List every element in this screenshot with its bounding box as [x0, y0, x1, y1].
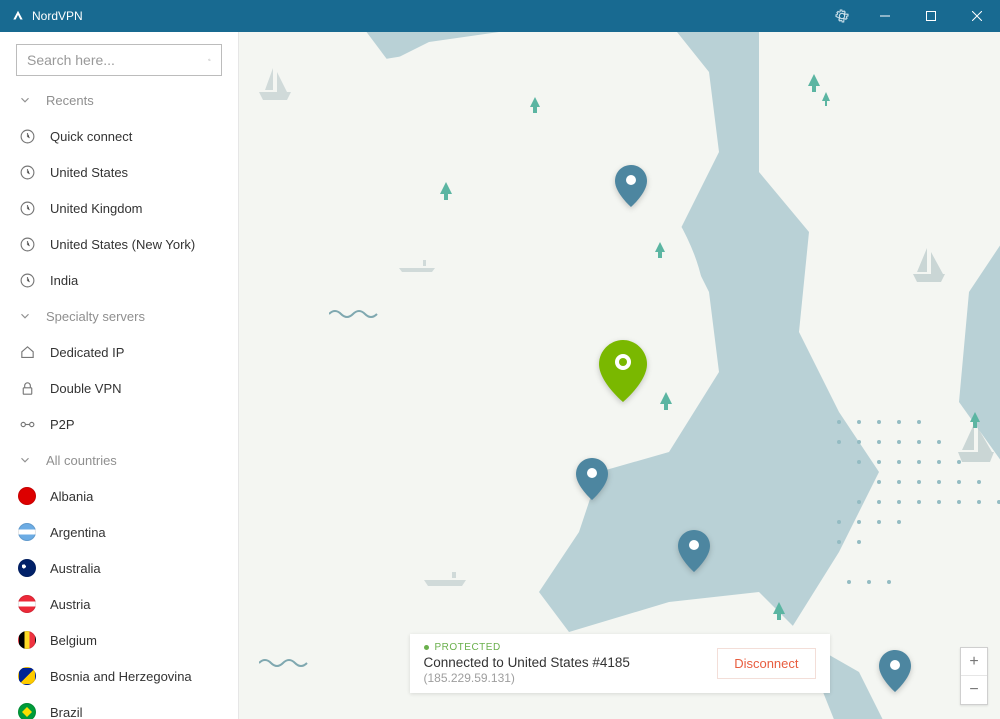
- close-button[interactable]: [954, 0, 1000, 32]
- item-label: United Kingdom: [50, 201, 143, 216]
- section-recents[interactable]: Recents: [0, 82, 238, 118]
- tree-icon: [439, 182, 453, 200]
- status-ip: (185.229.59.131): [424, 671, 515, 685]
- titlebar: NordVPN: [0, 0, 1000, 32]
- item-label: Albania: [50, 489, 93, 504]
- wave-icon: [329, 308, 379, 320]
- nordvpn-logo-icon: [10, 8, 26, 24]
- map[interactable]: PROTECTED Connected to United States #41…: [239, 32, 1000, 719]
- tree-icon: [821, 92, 831, 106]
- tree-icon: [807, 74, 821, 92]
- flag-icon: [18, 595, 36, 613]
- item-label: Austria: [50, 597, 90, 612]
- sidebar: Recents Quick connect United States Unit…: [0, 32, 239, 719]
- item-label: Australia: [50, 561, 101, 576]
- item-label: Quick connect: [50, 129, 132, 144]
- boat-icon: [422, 572, 468, 586]
- clock-icon: [18, 235, 36, 253]
- app-title: NordVPN: [32, 9, 822, 23]
- search-icon: [208, 52, 211, 68]
- boat-icon: [255, 66, 295, 100]
- search-box[interactable]: [16, 44, 222, 76]
- maximize-button[interactable]: [908, 0, 954, 32]
- search-input[interactable]: [27, 52, 208, 68]
- item-label: Belgium: [50, 633, 97, 648]
- map-pin[interactable]: [879, 650, 911, 692]
- zoom-out-button[interactable]: −: [961, 676, 987, 704]
- flag-icon: [18, 523, 36, 541]
- status-protected: PROTECTED: [424, 642, 706, 653]
- boat-icon: [397, 260, 437, 272]
- item-label: United States: [50, 165, 128, 180]
- tree-icon: [659, 392, 673, 410]
- clock-icon: [18, 271, 36, 289]
- map-pin-connected[interactable]: [599, 340, 647, 402]
- item-united-kingdom[interactable]: United Kingdom: [0, 190, 238, 226]
- item-india[interactable]: India: [0, 262, 238, 298]
- flag-icon: [18, 559, 36, 577]
- map-pin[interactable]: [576, 458, 608, 500]
- clock-icon: [18, 199, 36, 217]
- chevron-down-icon: [18, 309, 32, 323]
- minimize-icon: [880, 11, 890, 21]
- tree-icon: [772, 602, 786, 620]
- section-label: Specialty servers: [46, 309, 145, 324]
- item-quick-connect[interactable]: Quick connect: [0, 118, 238, 154]
- item-label: Brazil: [50, 705, 83, 719]
- item-label: P2P: [50, 417, 75, 432]
- item-label: Double VPN: [50, 381, 122, 396]
- section-specialty[interactable]: Specialty servers: [0, 298, 238, 334]
- disconnect-button[interactable]: Disconnect: [717, 648, 815, 679]
- zoom-controls: + −: [960, 647, 988, 705]
- clock-icon: [18, 127, 36, 145]
- country-belgium[interactable]: Belgium: [0, 622, 238, 658]
- settings-button[interactable]: [822, 0, 862, 32]
- close-icon: [972, 11, 982, 21]
- server-list[interactable]: Recents Quick connect United States Unit…: [0, 82, 238, 719]
- zoom-in-button[interactable]: +: [961, 648, 987, 676]
- map-pin[interactable]: [678, 530, 710, 572]
- chevron-down-icon: [18, 453, 32, 467]
- item-dedicated-ip[interactable]: Dedicated IP: [0, 334, 238, 370]
- country-argentina[interactable]: Argentina: [0, 514, 238, 550]
- map-pin[interactable]: [615, 165, 647, 207]
- chevron-down-icon: [18, 93, 32, 107]
- item-label: Dedicated IP: [50, 345, 124, 360]
- item-p2p[interactable]: P2P: [0, 406, 238, 442]
- wave-icon: [259, 657, 309, 669]
- country-bosnia[interactable]: Bosnia and Herzegovina: [0, 658, 238, 694]
- item-united-states-newyork[interactable]: United States (New York): [0, 226, 238, 262]
- item-label: Argentina: [50, 525, 106, 540]
- p2p-icon: [18, 415, 36, 433]
- boat-icon: [909, 246, 949, 282]
- item-united-states[interactable]: United States: [0, 154, 238, 190]
- item-label: India: [50, 273, 78, 288]
- clock-icon: [18, 163, 36, 181]
- minimize-button[interactable]: [862, 0, 908, 32]
- country-albania[interactable]: Albania: [0, 478, 238, 514]
- country-austria[interactable]: Austria: [0, 586, 238, 622]
- country-australia[interactable]: Australia: [0, 550, 238, 586]
- dotfield: [829, 412, 1000, 632]
- connection-status: PROTECTED Connected to United States #41…: [410, 634, 830, 693]
- item-label: Bosnia and Herzegovina: [50, 669, 192, 684]
- tree-icon: [529, 97, 541, 113]
- maximize-icon: [926, 11, 936, 21]
- home-icon: [18, 343, 36, 361]
- section-label: All countries: [46, 453, 117, 468]
- gear-icon: [834, 8, 850, 24]
- flag-icon: [18, 487, 36, 505]
- flag-icon: [18, 667, 36, 685]
- tree-icon: [654, 242, 666, 258]
- lock-icon: [18, 379, 36, 397]
- section-label: Recents: [46, 93, 94, 108]
- flag-icon: [18, 703, 36, 719]
- section-countries[interactable]: All countries: [0, 442, 238, 478]
- flag-icon: [18, 631, 36, 649]
- item-label: United States (New York): [50, 237, 195, 252]
- item-double-vpn[interactable]: Double VPN: [0, 370, 238, 406]
- status-connection: Connected to United States #4185 (185.22…: [424, 655, 706, 685]
- country-brazil[interactable]: Brazil: [0, 694, 238, 719]
